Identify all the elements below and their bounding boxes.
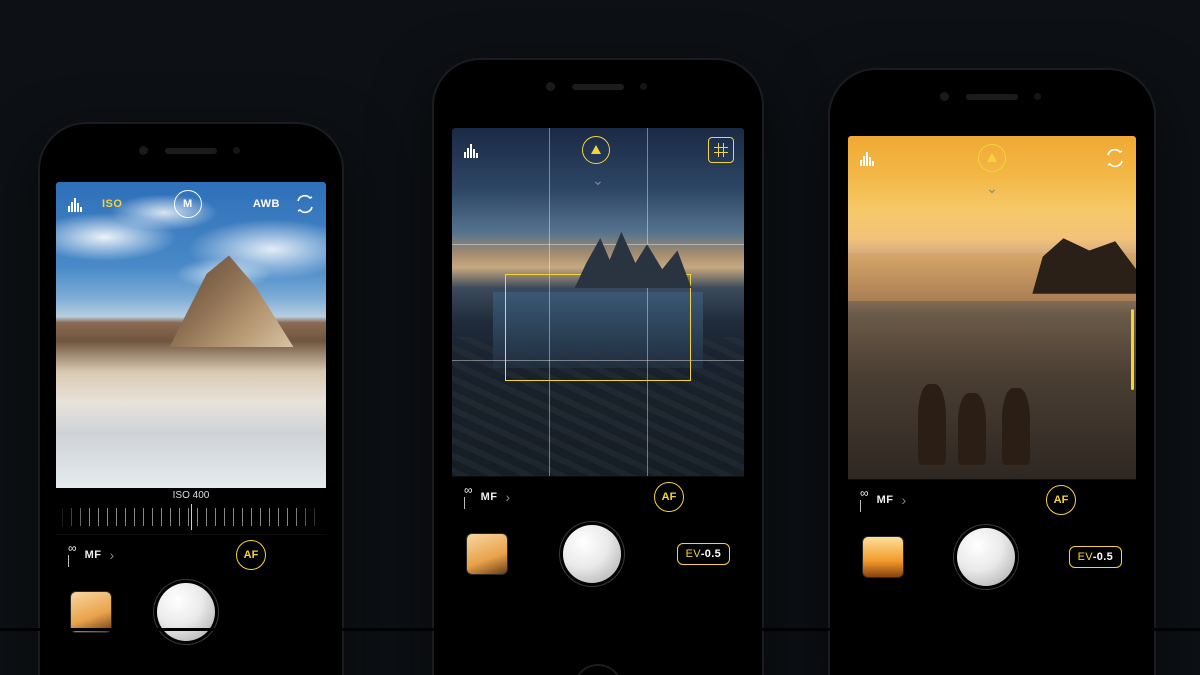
focus-row: ∞ MF › AF <box>452 476 744 517</box>
phone-front-camera <box>139 146 148 155</box>
exposure-warning-icon[interactable] <box>582 136 610 164</box>
autofocus-button[interactable]: AF <box>654 482 684 512</box>
histogram-icon[interactable] <box>462 139 484 161</box>
phone-sensor <box>640 83 647 90</box>
phone-center: ⌄ ∞ MF › AF EV-0.5 <box>434 60 762 675</box>
phone-earpiece <box>165 148 217 154</box>
iso-button[interactable]: ISO <box>102 198 122 210</box>
shutter-button[interactable] <box>157 583 215 641</box>
shutter-button[interactable] <box>563 525 621 583</box>
phone-sensor <box>233 147 240 154</box>
shutter-row: EV-0.5 <box>452 517 744 595</box>
chevron-right-icon[interactable]: › <box>109 547 114 563</box>
exposure-slider[interactable] <box>1131 198 1134 390</box>
last-photo-thumbnail[interactable] <box>70 591 112 633</box>
last-photo-thumbnail[interactable] <box>862 536 904 578</box>
phone-sensor <box>1034 93 1041 100</box>
phone-right: ⌄ ∞ MF › AF EV-0.5 <box>830 70 1154 675</box>
phone-front-camera <box>940 92 949 101</box>
exposure-value-button[interactable]: EV-0.5 <box>1069 546 1122 568</box>
autofocus-button[interactable]: AF <box>236 540 266 570</box>
awb-button[interactable]: AWB <box>253 198 280 210</box>
chevron-right-icon[interactable]: › <box>901 492 906 508</box>
camera-viewfinder[interactable]: ISO M AWB <box>56 182 326 488</box>
phone-screen: ⌄ ∞ MF › AF EV-0.5 <box>452 128 744 675</box>
switch-camera-icon[interactable] <box>1104 147 1126 169</box>
grid-toggle-button[interactable] <box>708 137 734 163</box>
histogram-icon[interactable] <box>858 147 880 169</box>
viewfinder-topbar <box>848 136 1136 180</box>
shutter-row <box>56 575 326 653</box>
focus-row: ∞ MF › AF <box>848 479 1136 520</box>
phone-earpiece <box>572 84 624 90</box>
exposure-warning-icon[interactable] <box>978 144 1006 172</box>
chevron-down-icon[interactable]: ⌄ <box>986 180 998 197</box>
viewfinder-topbar: ISO M AWB <box>56 182 326 226</box>
phone-front-camera <box>546 82 555 91</box>
focus-distance-indicator: ∞ <box>464 484 473 510</box>
chevron-right-icon[interactable]: › <box>505 489 510 505</box>
histogram-icon[interactable] <box>66 193 88 215</box>
camera-viewfinder[interactable]: ⌄ <box>848 136 1136 479</box>
manual-focus-label[interactable]: MF <box>481 491 498 503</box>
phone-left: ISO M AWB ISO 400 ∞ <box>40 124 342 675</box>
focus-distance-indicator: ∞ <box>68 542 77 568</box>
last-photo-thumbnail[interactable] <box>466 533 508 575</box>
surface-line <box>0 628 1200 631</box>
chevron-down-icon[interactable]: ⌄ <box>592 172 604 189</box>
autofocus-button[interactable]: AF <box>1046 485 1076 515</box>
phone-screen: ⌄ ∞ MF › AF EV-0.5 <box>848 136 1136 675</box>
switch-camera-icon[interactable] <box>294 193 316 215</box>
phone-screen: ISO M AWB ISO 400 ∞ <box>56 182 326 675</box>
camera-viewfinder[interactable]: ⌄ <box>452 128 744 476</box>
manual-focus-label[interactable]: MF <box>877 494 894 506</box>
mode-button[interactable]: M <box>174 190 202 218</box>
shutter-row: EV-0.5 <box>848 520 1136 598</box>
focus-row: ∞ MF › AF <box>56 534 326 575</box>
viewfinder-topbar <box>452 128 744 172</box>
phone-earpiece <box>966 94 1018 100</box>
exposure-value-button[interactable]: EV-0.5 <box>677 543 730 565</box>
iso-slider[interactable]: ISO 400 <box>56 488 326 534</box>
shutter-button[interactable] <box>957 528 1015 586</box>
focus-distance-indicator: ∞ <box>860 487 869 513</box>
manual-focus-label[interactable]: MF <box>85 549 102 561</box>
